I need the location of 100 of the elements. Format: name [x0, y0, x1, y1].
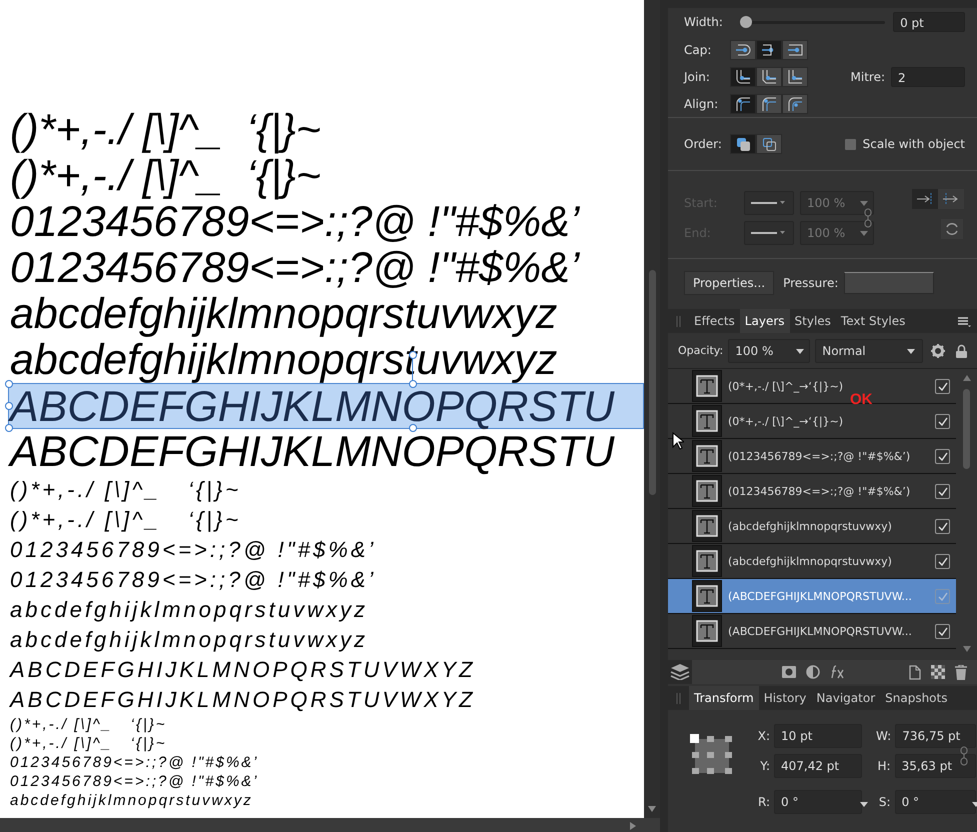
canvas-text-line[interactable]: 0123456789<=>:;?@ !"#$%&’: [10, 535, 376, 565]
scrollbar-thumb[interactable]: [963, 389, 970, 469]
canvas-text-line[interactable]: ABCDEFGHIJKLMNOPQRSTU: [10, 429, 614, 475]
mask-icon[interactable]: [782, 666, 796, 678]
trash-icon[interactable]: [955, 664, 967, 680]
cap-option-button[interactable]: [730, 40, 756, 60]
panel-grip-icon[interactable]: [676, 316, 681, 327]
opacity-dropdown[interactable]: 100 %: [728, 338, 810, 362]
transform-field[interactable]: 10 pt: [774, 724, 862, 748]
checkmark-icon: [938, 556, 948, 566]
panel-tab[interactable]: Styles: [790, 309, 836, 333]
arrow-position-button[interactable]: [938, 189, 964, 209]
transform-dropdown[interactable]: 0 °: [894, 790, 976, 814]
selection-handle[interactable]: [5, 380, 13, 388]
transform-field[interactable]: 407,42 pt: [774, 754, 862, 778]
layer-row[interactable]: (abcdefghijklmnopqrstuvwxy): [668, 509, 956, 544]
stroke-order-button[interactable]: [730, 134, 756, 154]
link-icon[interactable]: [960, 746, 968, 766]
join-option-button[interactable]: [756, 66, 782, 86]
scroll-down-icon[interactable]: [648, 806, 656, 812]
panel-grip-icon[interactable]: [676, 693, 681, 704]
layers-stack-button[interactable]: [668, 660, 692, 684]
canvas-text-line[interactable]: ()*+,-./ [\]^_ ‘{|}~: [10, 475, 242, 505]
arrowhead-dropdown[interactable]: [744, 221, 794, 245]
lock-icon[interactable]: [956, 344, 968, 358]
properties-button[interactable]: Properties...: [684, 270, 774, 294]
layer-visibility-checkbox[interactable]: [935, 448, 950, 464]
scrollbar-thumb[interactable]: [649, 270, 656, 495]
menu-icon[interactable]: [958, 317, 971, 327]
panel-tab[interactable]: Layers: [740, 309, 790, 333]
join-option-button[interactable]: [782, 66, 808, 86]
layer-row[interactable]: (0123456789<=>:;?@ !"#$%&’): [668, 439, 956, 474]
stroke-align-button[interactable]: [782, 94, 808, 114]
swap-arrows-button[interactable]: [941, 219, 963, 239]
panel-tab[interactable]: History: [758, 686, 812, 710]
canvas-text-line[interactable]: 0123456789<=>:;?@ !"#$%&’: [10, 565, 376, 595]
panel-tab[interactable]: Navigator: [811, 686, 880, 710]
layer-row[interactable]: (ABCDEFGHIJKLMNOPQRSTUVW...: [668, 614, 956, 649]
cap-option-button[interactable]: [756, 40, 782, 60]
settings-icon[interactable]: [931, 344, 946, 358]
layer-visibility-checkbox[interactable]: [935, 518, 950, 534]
width-field[interactable]: 0 pt: [893, 12, 965, 32]
canvas-text-line[interactable]: abcdefghijklmnopqrstuvwxyz: [10, 625, 368, 655]
transform-field[interactable]: 736,75 pt: [895, 724, 976, 748]
panel-tab[interactable]: Transform: [689, 686, 759, 710]
layer-row[interactable]: (0123456789<=>:;?@ !"#$%&’): [668, 474, 956, 509]
layer-row[interactable]: (0*+,-./ [\]^_→‘{|}~): [668, 404, 956, 439]
canvas-text-line[interactable]: 0123456789<=>:;?@ !"#$%&’: [10, 245, 580, 291]
canvas-text-line[interactable]: 0123456789<=>:;?@ !"#$%&’: [10, 753, 259, 772]
canvas-text-line[interactable]: ()*+,-./ [\]^_ ‘{|}~: [10, 715, 167, 734]
canvas-text-line[interactable]: abcdefghijklmnopqrstuvwxyz: [10, 291, 558, 337]
canvas-text-line[interactable]: ()*+,-./ [\]^_ ‘{|}~: [10, 107, 321, 153]
canvas-text-line[interactable]: ABCDEFGHIJKLMNOPQRSTUVWXYZ: [10, 685, 476, 715]
scroll-right-icon[interactable]: [630, 822, 636, 830]
transform-dropdown[interactable]: 0 °: [774, 790, 862, 814]
layer-visibility-checkbox[interactable]: [935, 484, 950, 498]
adjustment-icon[interactable]: [806, 665, 820, 679]
width-slider[interactable]: [740, 16, 886, 28]
canvas-text-line[interactable]: ()*+,-./ [\]^_ ‘{|}~: [10, 505, 242, 535]
canvas-text-line[interactable]: ()*+,-./ [\]^_ ‘{|}~: [10, 734, 167, 753]
stroke-align-button[interactable]: [756, 94, 782, 114]
stroke-order-button[interactable]: [756, 134, 782, 154]
canvas-text-line[interactable]: abcdefghijklmnopqrstuvwxyz: [10, 791, 253, 810]
panel-tab[interactable]: Effects: [689, 309, 740, 333]
join-label: Join:: [684, 70, 711, 84]
layer-visibility-checkbox[interactable]: [935, 588, 950, 604]
layer-visibility-checkbox[interactable]: [935, 378, 950, 394]
mitre-field[interactable]: 2: [891, 66, 965, 86]
join-option-button[interactable]: [730, 66, 756, 86]
canvas-text-line[interactable]: ABCDEFGHIJKLMNOPQRSTUVWXYZ: [10, 655, 476, 685]
anchor-point-selector[interactable]: [690, 734, 734, 776]
canvas-text-line[interactable]: abcdefghijklmnopqrstuvwxyz: [10, 595, 368, 625]
arrow-position-button[interactable]: [912, 189, 938, 209]
caret-icon: [907, 349, 915, 354]
scroll-down-icon[interactable]: [962, 646, 970, 652]
panel-tab[interactable]: Snapshots: [880, 686, 952, 710]
line-join-icon: [762, 70, 776, 84]
transform-field-label: H:: [876, 759, 891, 773]
layer-visibility-checkbox[interactable]: [935, 624, 950, 638]
stroke-align-button[interactable]: [730, 94, 756, 114]
panel-tab[interactable]: Text Styles: [836, 309, 910, 333]
blend-mode-dropdown[interactable]: Normal: [815, 338, 924, 362]
checkerboard-icon[interactable]: [931, 665, 945, 679]
pressure-graph-field[interactable]: [844, 272, 934, 294]
arrowhead-dropdown[interactable]: [744, 191, 794, 215]
link-icon[interactable]: [864, 208, 872, 228]
slider-thumb[interactable]: [740, 16, 752, 28]
effects-icon[interactable]: [830, 665, 846, 679]
scale-with-object-checkbox[interactable]: [844, 138, 856, 150]
layer-visibility-checkbox[interactable]: [935, 414, 950, 428]
transform-field[interactable]: 35,63 pt: [894, 754, 976, 778]
canvas-text-line[interactable]: 0123456789<=>:;?@ !"#$%&’: [10, 199, 580, 245]
canvas-text-line[interactable]: ()*+,-./ [\]^_ ‘{|}~: [10, 153, 321, 199]
new-document-icon[interactable]: [909, 664, 921, 680]
canvas-text-line[interactable]: 0123456789<=>:;?@ !"#$%&’: [10, 772, 259, 791]
layer-row[interactable]: (abcdefghijklmnopqrstuvwxy): [668, 544, 956, 579]
scroll-up-icon[interactable]: [962, 375, 970, 381]
layer-visibility-checkbox[interactable]: [935, 554, 950, 568]
layer-row[interactable]: (ABCDEFGHIJKLMNOPQRSTUVW...: [668, 579, 956, 614]
cap-option-button[interactable]: [782, 40, 808, 60]
